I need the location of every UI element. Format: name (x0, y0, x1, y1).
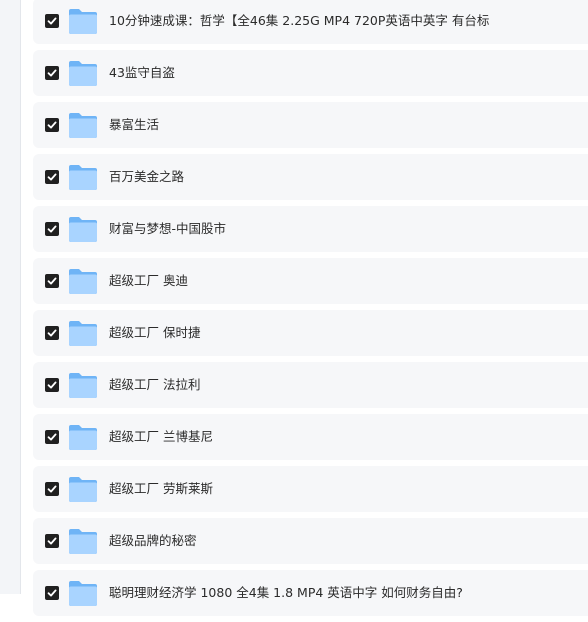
file-name: 百万美金之路 (109, 169, 185, 184)
row-checkbox[interactable] (45, 222, 59, 236)
left-panel-edge (0, 0, 21, 594)
check-icon (47, 537, 57, 545)
file-name: 超级工厂 奥迪 (109, 273, 188, 288)
folder-icon (69, 269, 97, 294)
file-row[interactable]: 超级品牌的秘密 (33, 518, 588, 564)
file-name: 43监守自盗 (109, 65, 175, 80)
file-row[interactable]: 超级工厂 兰博基尼 (33, 414, 588, 460)
check-icon (47, 121, 57, 129)
row-checkbox[interactable] (45, 534, 59, 548)
row-checkbox[interactable] (45, 170, 59, 184)
row-checkbox[interactable] (45, 482, 59, 496)
check-icon (47, 381, 57, 389)
check-icon (47, 329, 57, 337)
row-checkbox[interactable] (45, 274, 59, 288)
folder-icon (69, 529, 97, 554)
file-name: 超级工厂 法拉利 (109, 377, 201, 392)
check-icon (47, 17, 57, 25)
check-icon (47, 485, 57, 493)
row-checkbox[interactable] (45, 326, 59, 340)
folder-icon (69, 217, 97, 242)
folder-icon (69, 165, 97, 190)
check-icon (47, 433, 57, 441)
folder-icon (69, 113, 97, 138)
file-row[interactable]: 财富与梦想-中国股市 (33, 206, 588, 252)
check-icon (47, 277, 57, 285)
file-row[interactable]: 聪明理财经济学 1080 全4集 1.8 MP4 英语中字 如何财务自由? (33, 570, 588, 616)
check-icon (47, 225, 57, 233)
row-checkbox[interactable] (45, 118, 59, 132)
file-row[interactable]: 超级工厂 奥迪 (33, 258, 588, 304)
file-row[interactable]: 百万美金之路 (33, 154, 588, 200)
file-row[interactable]: 暴富生活 (33, 102, 588, 148)
folder-icon (69, 581, 97, 606)
file-row[interactable]: 超级工厂 保时捷 (33, 310, 588, 356)
file-row[interactable]: 超级工厂 法拉利 (33, 362, 588, 408)
file-name: 暴富生活 (109, 117, 160, 132)
file-name: 超级品牌的秘密 (109, 533, 197, 548)
file-name: 10分钟速成课：哲学【全46集 2.25G MP4 720P英语中英字 有台标 (109, 13, 490, 28)
row-checkbox[interactable] (45, 66, 59, 80)
check-icon (47, 173, 57, 181)
folder-icon (69, 61, 97, 86)
file-name: 超级工厂 劳斯莱斯 (109, 481, 213, 496)
row-checkbox[interactable] (45, 430, 59, 444)
file-row[interactable]: 10分钟速成课：哲学【全46集 2.25G MP4 720P英语中英字 有台标 (33, 0, 588, 44)
file-name: 财富与梦想-中国股市 (109, 221, 227, 236)
file-name: 超级工厂 保时捷 (109, 325, 201, 340)
row-checkbox[interactable] (45, 378, 59, 392)
row-checkbox[interactable] (45, 586, 59, 600)
folder-icon (69, 477, 97, 502)
check-icon (47, 589, 57, 597)
folder-icon (69, 321, 97, 346)
file-name: 超级工厂 兰博基尼 (109, 429, 213, 444)
file-name: 聪明理财经济学 1080 全4集 1.8 MP4 英语中字 如何财务自由? (109, 585, 463, 600)
folder-icon (69, 9, 97, 34)
check-icon (47, 69, 57, 77)
folder-icon (69, 373, 97, 398)
file-list: 10分钟速成课：哲学【全46集 2.25G MP4 720P英语中英字 有台标 … (33, 0, 588, 622)
row-checkbox[interactable] (45, 14, 59, 28)
file-row[interactable]: 43监守自盗 (33, 50, 588, 96)
file-row[interactable]: 超级工厂 劳斯莱斯 (33, 466, 588, 512)
folder-icon (69, 425, 97, 450)
